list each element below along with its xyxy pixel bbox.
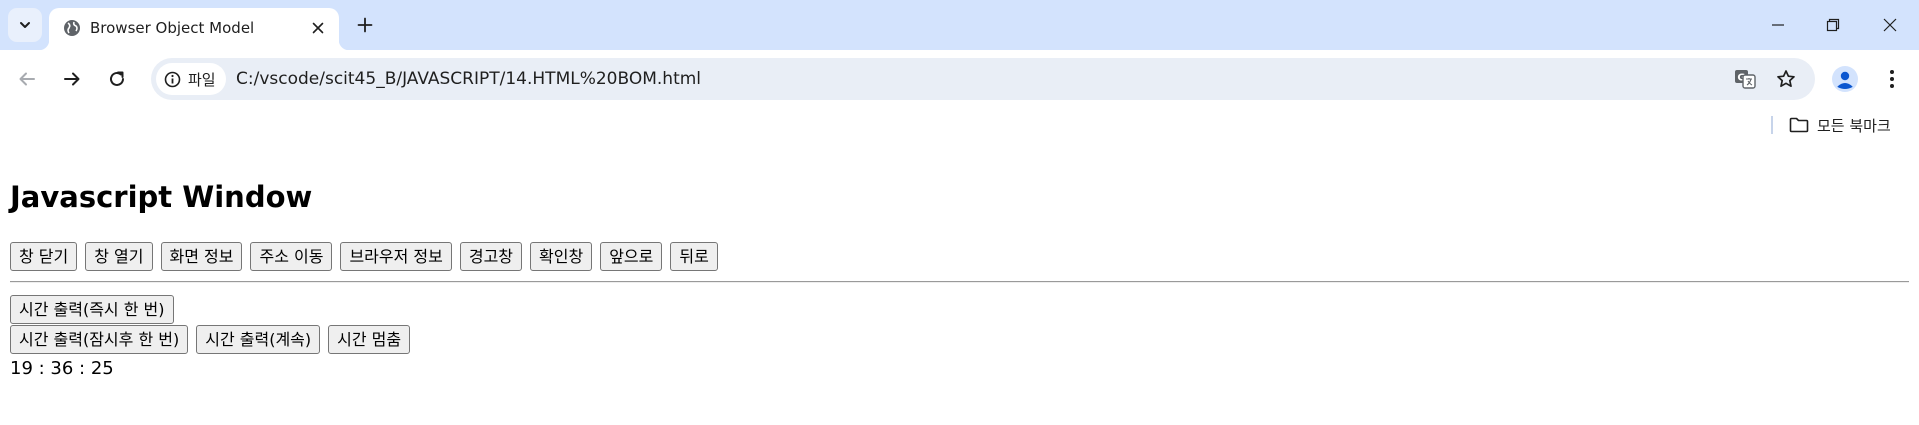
star-icon	[1777, 70, 1795, 88]
new-tab-button[interactable]	[351, 11, 379, 39]
time-delayed-button[interactable]: 시간 출력(잠시후 한 번)	[10, 325, 189, 354]
arrow-left-icon	[19, 72, 35, 86]
close-window-button[interactable]	[1872, 10, 1908, 40]
url-text[interactable]: C:/vscode/scit45_B/JAVASCRIPT/14.HTML%20…	[236, 69, 701, 89]
reload-icon	[110, 71, 124, 86]
tab-search-button[interactable]	[8, 8, 42, 42]
arrow-right-icon	[64, 72, 80, 86]
browser-info-button[interactable]: 브라우저 정보	[340, 242, 452, 271]
bookmarks-bar: 모든 북마크	[0, 108, 1919, 142]
time-buttons-row: 시간 출력(잠시후 한 번) 시간 출력(계속) 시간 멈춤	[10, 325, 411, 354]
info-icon	[164, 71, 181, 87]
all-bookmarks-button[interactable]: 모든 북마크	[1789, 113, 1891, 137]
page-title: Javascript Window	[10, 180, 313, 214]
bookmark-star-button[interactable]	[1774, 67, 1798, 91]
avatar-icon	[1832, 66, 1858, 92]
address-bar[interactable]: 파일 C:/vscode/scit45_B/JAVASCRIPT/14.HTML…	[151, 58, 1815, 100]
bookmarks-separator	[1771, 116, 1773, 134]
browser-toolbar: 파일 C:/vscode/scit45_B/JAVASCRIPT/14.HTML…	[0, 50, 1919, 108]
folder-icon	[1789, 117, 1809, 133]
all-bookmarks-label: 모든 북마크	[1817, 116, 1891, 135]
close-icon	[312, 22, 324, 34]
clock-output: 19 : 36 : 25	[10, 358, 114, 379]
alert-button[interactable]: 경고창	[459, 242, 523, 271]
forward-button[interactable]	[55, 62, 89, 96]
time-once-row: 시간 출력(즉시 한 번)	[10, 295, 174, 324]
screen-info-button[interactable]: 화면 정보	[160, 242, 243, 271]
plus-icon	[357, 17, 373, 33]
horizontal-rule	[10, 281, 1909, 283]
restore-button[interactable]	[1815, 10, 1851, 40]
page-viewport: Javascript Window 창 닫기 창 열기 화면 정보 주소 이동 …	[0, 142, 1919, 425]
tab-close-button[interactable]	[307, 17, 329, 39]
tab-title: Browser Object Model	[90, 19, 255, 37]
site-chip-label: 파일	[188, 70, 216, 89]
active-tab[interactable]: Browser Object Model	[39, 8, 349, 50]
back-button[interactable]	[10, 62, 44, 96]
chevron-down-icon	[20, 22, 30, 28]
close-icon	[1883, 18, 1897, 32]
translate-button[interactable]: G	[1733, 67, 1757, 91]
globe-icon	[64, 20, 80, 36]
confirm-button[interactable]: 확인창	[530, 242, 593, 271]
tab-strip: Browser Object Model	[0, 0, 1919, 50]
time-continuous-button[interactable]: 시간 출력(계속)	[196, 325, 321, 354]
navigate-location-button[interactable]: 주소 이동	[250, 242, 333, 271]
window-buttons-row: 창 닫기 창 열기 화면 정보 주소 이동 브라우저 정보 경고창 확인창 앞으…	[10, 242, 718, 271]
open-window-button[interactable]: 창 열기	[85, 242, 153, 271]
time-once-button[interactable]: 시간 출력(즉시 한 번)	[10, 295, 174, 324]
site-info-chip[interactable]: 파일	[156, 63, 226, 95]
time-stop-button[interactable]: 시간 멈춤	[328, 325, 411, 354]
kebab-menu-icon	[1890, 70, 1894, 88]
minimize-icon	[1772, 24, 1784, 26]
history-back-button[interactable]: 뒤로	[670, 242, 718, 271]
translate-icon: G	[1735, 70, 1756, 89]
minimize-button[interactable]	[1760, 10, 1796, 40]
history-forward-button[interactable]: 앞으로	[600, 242, 663, 271]
reload-button[interactable]	[100, 62, 134, 96]
profile-button[interactable]	[1828, 62, 1862, 96]
menu-button[interactable]	[1875, 62, 1909, 96]
close-window-page-button[interactable]: 창 닫기	[10, 242, 78, 271]
restore-icon	[1826, 18, 1840, 32]
